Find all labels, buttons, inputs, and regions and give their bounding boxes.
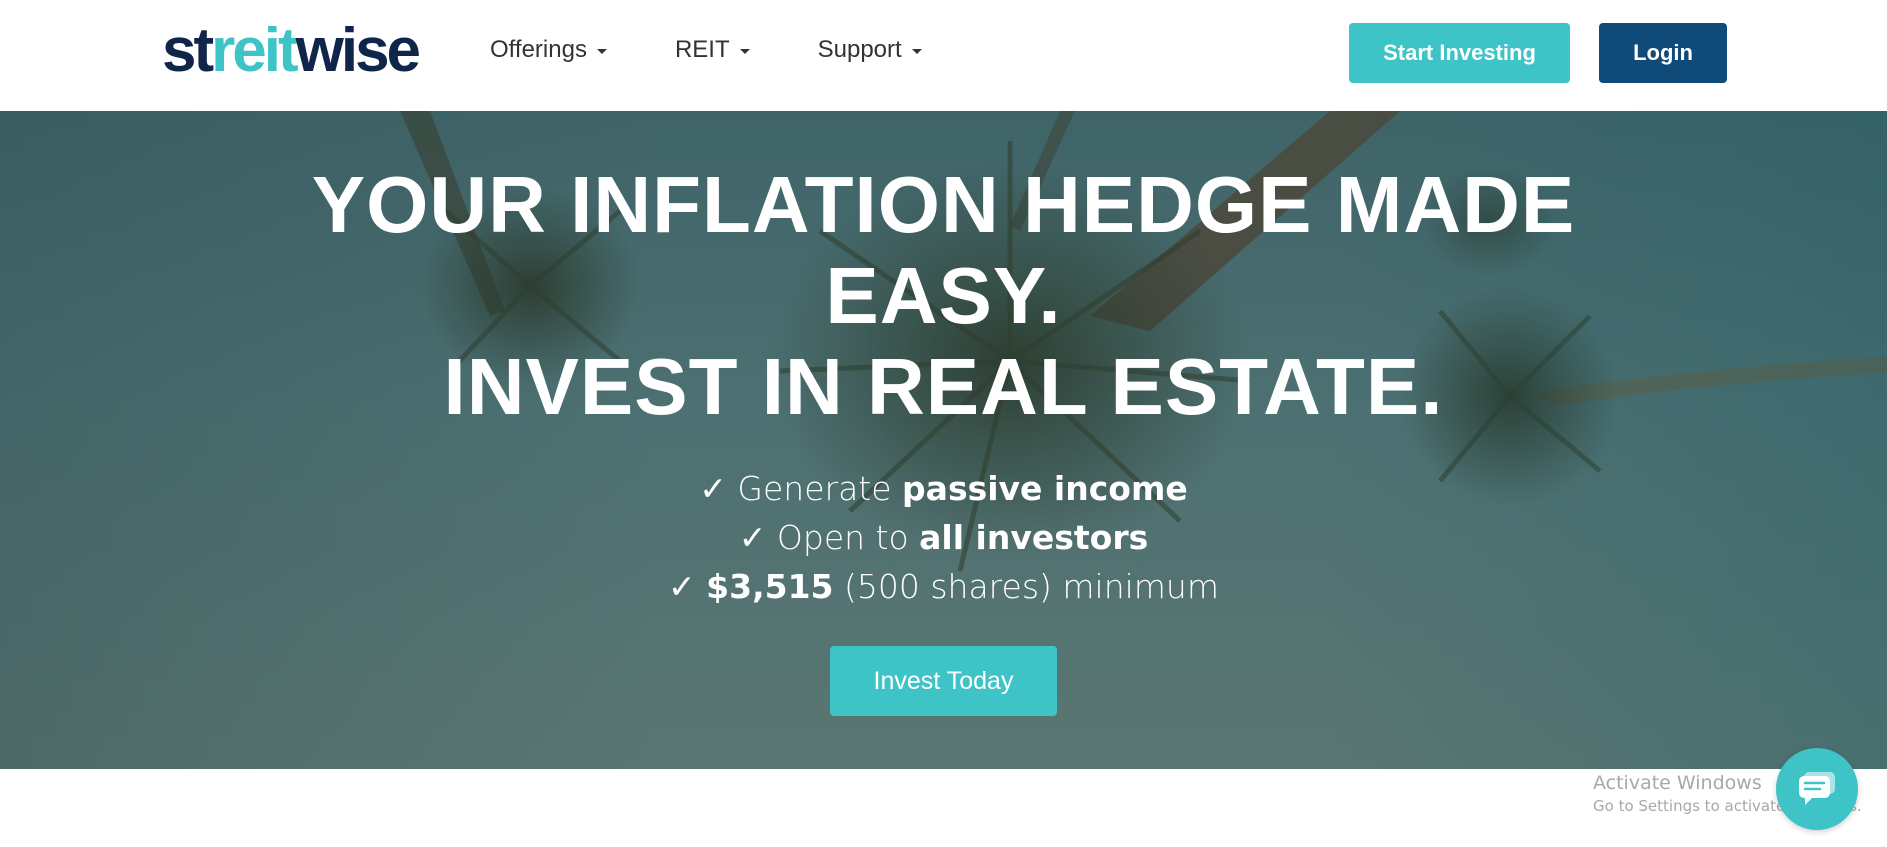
checkmark-icon: ✓ bbox=[699, 469, 727, 508]
nav-item-offerings[interactable]: Offerings bbox=[490, 32, 607, 68]
hero-headline: YOUR INFLATION HEDGE MADE EASY. INVEST I… bbox=[250, 159, 1637, 432]
streitwise-logo[interactable]: streitwise bbox=[162, 16, 421, 86]
start-investing-button[interactable]: Start Investing bbox=[1349, 23, 1570, 83]
nav-item-label: Offerings bbox=[490, 36, 587, 63]
nav-item-label: Support bbox=[817, 36, 902, 63]
benefits-list: ✓ Generate passive income ✓ Open to all … bbox=[500, 464, 1387, 611]
checkmark-icon: ✓ bbox=[668, 567, 696, 606]
benefit-item-minimum: ✓ $3,515 (500 shares) minimum bbox=[500, 562, 1387, 611]
caret-down-icon bbox=[911, 49, 922, 54]
headline-line-2: INVEST IN REAL ESTATE. bbox=[443, 342, 1444, 431]
nav-item-reit[interactable]: REIT bbox=[675, 32, 750, 68]
chat-bubble-icon bbox=[1799, 772, 1835, 805]
invest-today-button[interactable]: Invest Today bbox=[830, 646, 1057, 716]
caret-down-icon bbox=[596, 49, 607, 54]
benefit-text: Open to bbox=[776, 518, 909, 557]
benefit-text: (500 shares) minimum bbox=[844, 567, 1219, 606]
nav-item-support[interactable]: Support bbox=[818, 32, 922, 68]
main-nav: Offerings REIT Support bbox=[490, 32, 990, 68]
caret-down-icon bbox=[739, 49, 750, 54]
chat-widget-button[interactable] bbox=[1776, 748, 1858, 830]
benefit-text: Generate bbox=[737, 469, 892, 508]
benefit-highlight: passive income bbox=[902, 469, 1188, 508]
checkmark-icon: ✓ bbox=[738, 518, 767, 557]
logo-text-reit: reit bbox=[211, 16, 299, 85]
hero-section: YOUR INFLATION HEDGE MADE EASY. INVEST I… bbox=[0, 111, 1887, 769]
benefit-item-passive-income: ✓ Generate passive income bbox=[500, 464, 1387, 513]
login-button[interactable]: Login bbox=[1599, 23, 1727, 83]
benefit-item-all-investors: ✓ Open to all investors bbox=[500, 513, 1387, 562]
nav-item-label: REIT bbox=[674, 36, 730, 63]
headline-line-1: YOUR INFLATION HEDGE MADE EASY. bbox=[311, 160, 1576, 340]
logo-text-wise: wise bbox=[295, 16, 421, 85]
benefit-highlight: all investors bbox=[919, 518, 1149, 557]
logo-text-st: st bbox=[162, 16, 214, 85]
benefit-highlight: $3,515 bbox=[706, 567, 834, 606]
site-header: streitwise Offerings REIT Support Start … bbox=[0, 0, 1887, 111]
